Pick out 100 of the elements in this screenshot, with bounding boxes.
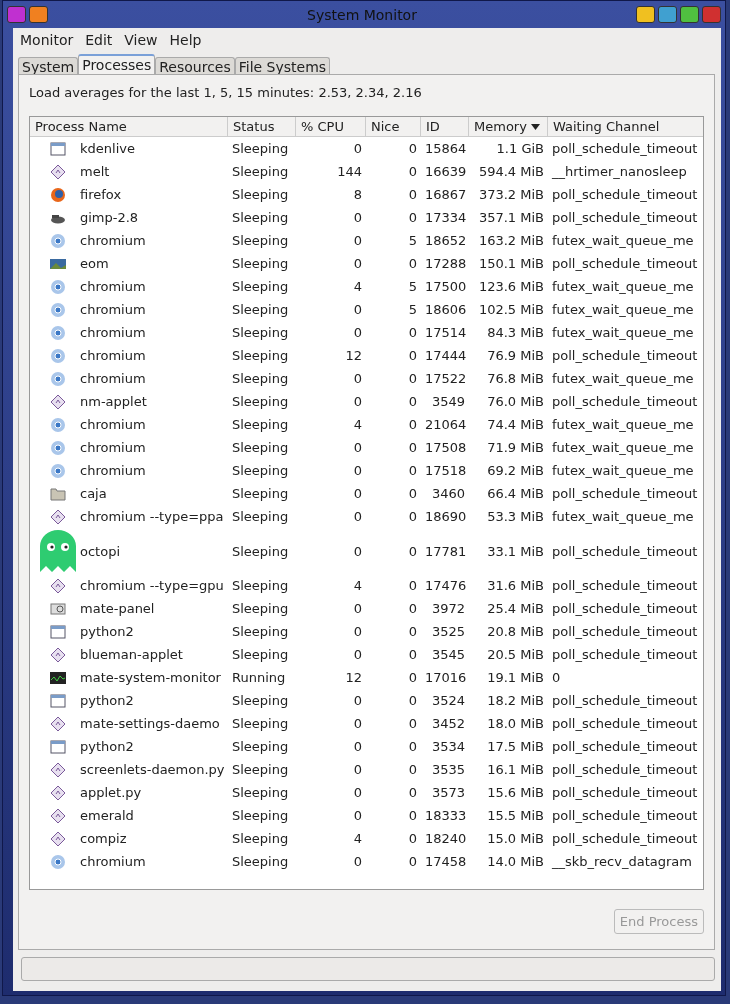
table-cell-text: 17522 bbox=[424, 371, 468, 386]
window-menu-icon[interactable] bbox=[7, 6, 26, 23]
table-cell-text: 0 bbox=[407, 164, 418, 179]
table-cell-text: poll_schedule_timeout bbox=[551, 210, 699, 225]
table-cell-text: 12 bbox=[344, 670, 363, 685]
ghost-icon bbox=[40, 530, 76, 572]
table-cell-text: 0 bbox=[352, 394, 363, 409]
table-cell-text: 373.2 MiB bbox=[477, 187, 545, 202]
table-cell-text: 0 bbox=[407, 509, 418, 524]
table-cell-text: futex_wait_queue_me bbox=[551, 509, 695, 524]
table-cell-text: Sleeping bbox=[231, 279, 290, 294]
table-cell-text: 18652 bbox=[424, 233, 468, 248]
table-cell-text: 3534 bbox=[430, 739, 466, 754]
table-cell-text: poll_schedule_timeout bbox=[551, 808, 699, 823]
table-cell-text: poll_schedule_timeout bbox=[551, 486, 699, 501]
table-cell-text: 17508 bbox=[424, 440, 468, 455]
column-header[interactable]: Nice bbox=[366, 117, 421, 136]
table-cell-text: 0 bbox=[352, 647, 363, 662]
table-cell: chromium bbox=[80, 440, 146, 455]
table-cell-text: 15.6 MiB bbox=[486, 785, 545, 800]
table-cell-text: 3524 bbox=[430, 693, 466, 708]
table-cell-text: Sleeping bbox=[231, 543, 290, 559]
table-cell-text: 0 bbox=[352, 486, 363, 501]
window-icon bbox=[50, 692, 66, 709]
table-cell-text: 0 bbox=[407, 187, 418, 202]
table-cell-text: 4 bbox=[352, 417, 363, 432]
window-title: System Monitor bbox=[306, 6, 418, 23]
table-cell-text: 0 bbox=[407, 440, 418, 455]
menu-item[interactable]: Monitor bbox=[15, 31, 79, 49]
table-cell-text: 357.1 MiB bbox=[477, 210, 545, 225]
table-cell-text: 102.5 MiB bbox=[477, 302, 545, 317]
table-cell-text: Sleeping bbox=[231, 187, 290, 202]
chromium-icon bbox=[50, 439, 66, 456]
table-cell-text: 3972 bbox=[430, 601, 466, 616]
table-cell-text: Sleeping bbox=[231, 693, 290, 708]
tab[interactable]: Processes bbox=[78, 54, 156, 74]
table-cell-text: Sleeping bbox=[231, 394, 290, 409]
table-cell-text: 3535 bbox=[430, 762, 466, 777]
table-cell-text: poll_schedule_timeout bbox=[551, 647, 699, 662]
table-cell-text: futex_wait_queue_me bbox=[551, 371, 695, 386]
table-cell-text: Sleeping bbox=[231, 440, 290, 455]
grid-icon[interactable] bbox=[29, 6, 48, 23]
menu-item[interactable]: Edit bbox=[80, 31, 118, 49]
table-cell-text: 17514 bbox=[424, 325, 468, 340]
table-cell-text: 123.6 MiB bbox=[477, 279, 545, 294]
maximize-icon[interactable] bbox=[680, 6, 699, 23]
table-cell-text: 0 bbox=[407, 854, 418, 869]
table-cell-text: 33.1 MiB bbox=[486, 543, 545, 559]
table-cell-text: poll_schedule_timeout bbox=[551, 578, 699, 593]
table-cell-text: Sleeping bbox=[231, 739, 290, 754]
table-cell-text: Sleeping bbox=[231, 624, 290, 639]
tab[interactable]: Resources bbox=[155, 57, 235, 74]
tab[interactable]: System bbox=[18, 57, 79, 74]
table-cell-text: poll_schedule_timeout bbox=[551, 543, 699, 559]
table-cell-text: 0 bbox=[407, 371, 418, 386]
minimize-icon[interactable] bbox=[658, 6, 677, 23]
table-cell-text: 16867 bbox=[424, 187, 468, 202]
table-cell: chromium bbox=[80, 417, 146, 432]
table-cell-text: 0 bbox=[352, 440, 363, 455]
table-cell-text: 0 bbox=[407, 543, 418, 559]
column-header[interactable]: Memory bbox=[469, 117, 548, 136]
table-cell-text: Sleeping bbox=[231, 371, 290, 386]
table-cell-text: 25.4 MiB bbox=[486, 601, 545, 616]
table-cell-text: 18.0 MiB bbox=[486, 716, 545, 731]
table-cell-text: futex_wait_queue_me bbox=[551, 417, 695, 432]
table-cell-text: 18690 bbox=[424, 509, 468, 524]
tab[interactable]: File Systems bbox=[234, 57, 331, 74]
table-cell-text: Sleeping bbox=[231, 417, 290, 432]
column-header[interactable]: ID bbox=[421, 117, 469, 136]
table-cell-text: futex_wait_queue_me bbox=[551, 325, 695, 340]
close-icon[interactable] bbox=[702, 6, 721, 23]
table-cell-text: 17781 bbox=[424, 543, 468, 559]
table-cell-text: 0 bbox=[352, 624, 363, 639]
table-cell-text: 0 bbox=[352, 543, 363, 559]
table-cell-text: 0 bbox=[352, 325, 363, 340]
table-cell-text: 20.8 MiB bbox=[486, 624, 545, 639]
table-cell-text: 0 bbox=[352, 854, 363, 869]
table-cell: chromium bbox=[80, 325, 146, 340]
table-cell-text: Sleeping bbox=[231, 256, 290, 271]
table-cell-text: Sleeping bbox=[231, 762, 290, 777]
table-cell-text: __skb_recv_datagram bbox=[551, 854, 693, 869]
table-cell-text: 5 bbox=[407, 302, 418, 317]
chromium-icon bbox=[50, 232, 66, 249]
table-cell-text: 0 bbox=[352, 509, 363, 524]
table-cell-text: 0 bbox=[352, 256, 363, 271]
table-cell-text: poll_schedule_timeout bbox=[551, 762, 699, 777]
column-header[interactable]: Status bbox=[228, 117, 296, 136]
menu-item[interactable]: Help bbox=[164, 31, 207, 49]
table-cell-text: Sleeping bbox=[231, 785, 290, 800]
table-cell-text: poll_schedule_timeout bbox=[551, 348, 699, 363]
roll-up-icon[interactable] bbox=[636, 6, 655, 23]
table-cell-text: futex_wait_queue_me bbox=[551, 440, 695, 455]
menu-item[interactable]: View bbox=[119, 31, 163, 49]
table-cell-text: 14.0 MiB bbox=[486, 854, 545, 869]
table-cell-text: poll_schedule_timeout bbox=[551, 739, 699, 754]
column-header[interactable]: Process Name bbox=[30, 117, 228, 136]
column-header[interactable]: Waiting Channel bbox=[548, 117, 703, 136]
column-header[interactable]: % CPU bbox=[296, 117, 366, 136]
table-cell-text: 5 bbox=[407, 279, 418, 294]
chromium-icon bbox=[50, 462, 66, 479]
